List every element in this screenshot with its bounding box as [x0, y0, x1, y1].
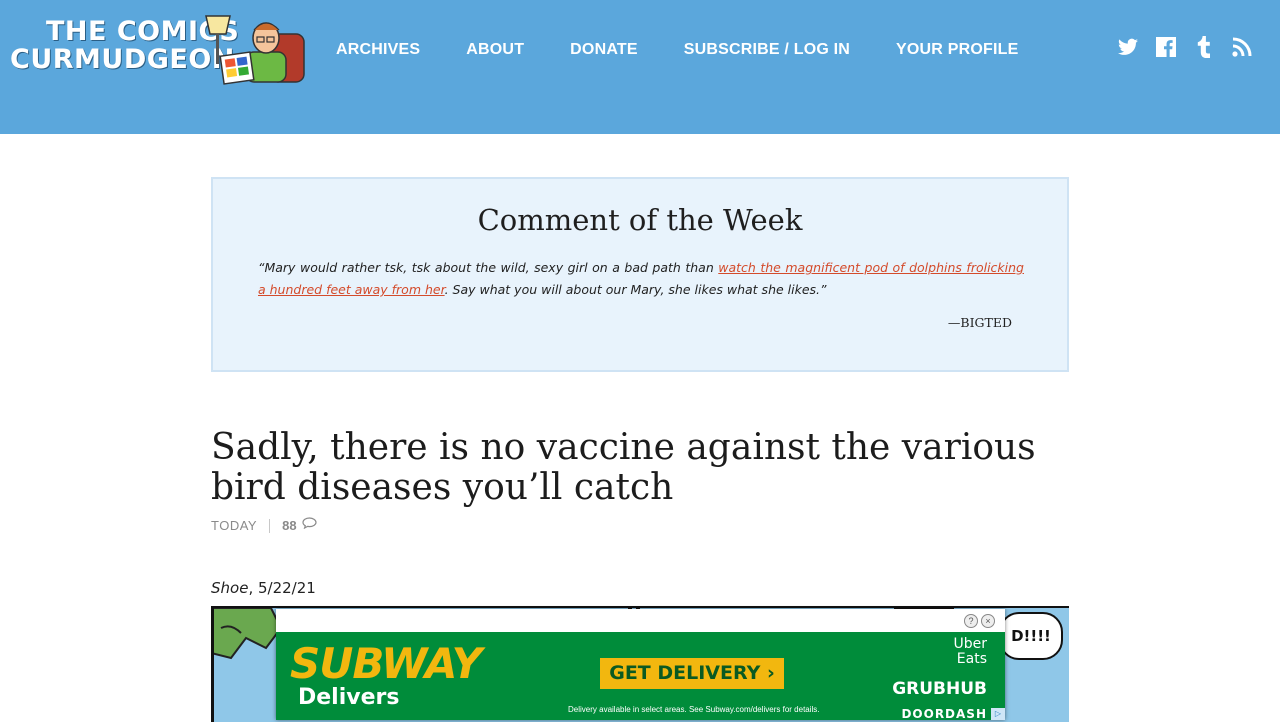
ad-partner-grubhub: GRUBHUB: [892, 679, 987, 699]
site-logo[interactable]: THE COMICS CURMUDGEON: [10, 12, 310, 87]
subway-ad-banner[interactable]: ? × SUBWAY Delivers GET DELIVERY › Deliv…: [276, 609, 1005, 722]
nav-your-profile[interactable]: YOUR PROFILE: [896, 41, 1018, 63]
ad-info-icon[interactable]: ?: [964, 614, 978, 628]
cotw-quote: “Mary would rather tsk, tsk about the wi…: [258, 257, 1024, 301]
ad-partner-doordash: DOORDASH: [901, 707, 987, 721]
facebook-icon[interactable]: [1156, 36, 1176, 58]
comment-bubble-icon[interactable]: [301, 516, 317, 529]
strip-caption: Shoe, 5/22/21: [211, 579, 316, 597]
ad-top-bar: ? ×: [276, 609, 1005, 632]
post-meta: TODAY 88: [211, 516, 317, 533]
strip-date: , 5/22/21: [248, 579, 316, 597]
comment-count[interactable]: 88: [282, 518, 296, 533]
cotw-author: —BIGTED: [947, 315, 1012, 330]
nav-subscribe-login[interactable]: SUBSCRIBE / LOG IN: [684, 41, 850, 63]
ad-partners: Uber Eats GRUBHUB DOORDASH: [892, 637, 987, 722]
nav-about[interactable]: ABOUT: [466, 41, 524, 63]
ad-partner-uber-eats: Uber Eats: [892, 637, 987, 667]
nav-archives[interactable]: ARCHIVES: [336, 41, 420, 63]
ad-brand-accent: WAY: [381, 639, 482, 688]
cotw-title: Comment of the Week: [477, 203, 803, 237]
ad-close-icon[interactable]: ×: [981, 614, 995, 628]
cotw-quote-before: “Mary would rather tsk, tsk about the wi…: [258, 260, 719, 275]
uber-line-1: Uber: [953, 636, 987, 652]
cotw-quote-after: . Say what you will about our Mary, she …: [444, 282, 827, 297]
speech-bubble: D!!!!: [999, 612, 1063, 660]
ad-tagline: Delivers: [298, 685, 400, 710]
curmudgeon-illustration: [205, 15, 305, 85]
uber-line-2: Eats: [956, 651, 987, 667]
post-title[interactable]: Sadly, there is no vaccine against the v…: [211, 428, 1071, 508]
strip-name: Shoe: [211, 579, 249, 597]
nav-donate[interactable]: DONATE: [570, 41, 638, 63]
main-nav: ARCHIVES ABOUT DONATE SUBSCRIBE / LOG IN…: [336, 41, 1064, 63]
meta-divider: [269, 518, 271, 533]
post-date: TODAY: [211, 518, 258, 533]
comment-of-the-week: Comment of the Week “Mary would rather t…: [211, 177, 1069, 372]
ad-get-delivery-button[interactable]: GET DELIVERY ›: [600, 658, 784, 689]
twitter-icon[interactable]: [1118, 36, 1138, 58]
ad-fine-print: Delivery available in select areas. See …: [568, 705, 820, 714]
ad-brand-main: SUB: [290, 639, 382, 688]
rss-icon[interactable]: [1232, 36, 1252, 58]
ad-brand-logo: SUBWAY: [290, 639, 482, 688]
tumblr-icon[interactable]: [1194, 36, 1214, 58]
adchoices-icon[interactable]: ▷: [991, 708, 1005, 720]
social-links: [1118, 36, 1252, 58]
site-header: THE COMICS CURMUDGEON ARCHIVES ABOUT DON…: [0, 0, 1280, 134]
